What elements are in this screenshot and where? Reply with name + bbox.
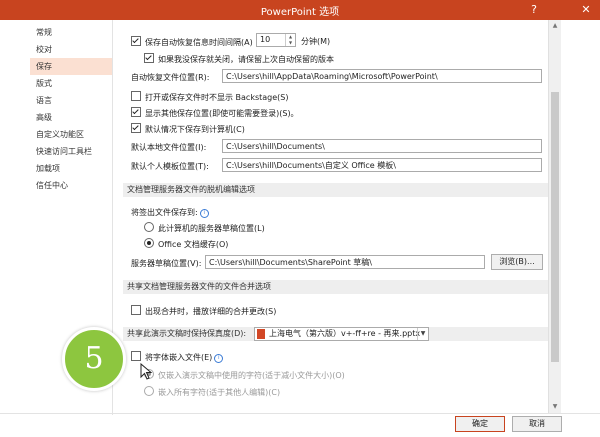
show-other-row: 显示其他保存位置(即使可能需要登录)(S)。 <box>131 107 299 119</box>
office-cache-radio[interactable] <box>144 238 154 248</box>
embed-all-label: 嵌入所有字符(适于其他人编辑)(C) <box>158 388 281 397</box>
help-icon[interactable]: ? <box>520 0 548 20</box>
autorecover-location-input[interactable]: C:\Users\hill\AppData\Roaming\Microsoft\… <box>222 69 542 83</box>
embed-fonts-label: 将字体嵌入文件(E) <box>145 353 213 362</box>
chevron-down-icon[interactable]: ▼ <box>417 328 428 340</box>
browse-button[interactable]: 浏览(B)... <box>491 254 543 270</box>
embed-fonts-checkbox[interactable] <box>131 351 141 361</box>
vertical-scrollbar[interactable]: ▲ ▼ <box>548 20 561 413</box>
ok-button[interactable]: 确定 <box>455 416 505 432</box>
sidebar-item-advanced[interactable]: 高级 <box>30 109 112 126</box>
sidebar-item-save[interactable]: 保存 <box>30 58 112 75</box>
options-panel: 保存自动恢复信息时间间隔(A) 10 ▲ ▼ 分钟(M) 如果我没保存就关闭，请保… <box>113 20 556 413</box>
default-computer-row: 默认情况下保存到计算机(C) <box>131 123 245 135</box>
drafts-location-input[interactable]: C:\Users\hill\Documents\SharePoint 草稿\ <box>205 255 485 269</box>
stepper-arrows-icon[interactable]: ▲ ▼ <box>285 34 295 46</box>
autosave-minutes-value: 10 <box>260 35 271 44</box>
mouse-cursor-icon <box>140 363 153 380</box>
merge-section-header: 共享文档管理服务器文件的文件合并选项 <box>123 280 548 294</box>
sidebar-item-customize-ribbon[interactable]: 自定义功能区 <box>30 126 112 143</box>
presentation-select[interactable]: 上海电气（第六版）v+-ff+re - 再来.pptx ▼ <box>254 327 429 341</box>
presentation-name: 上海电气（第六版）v+-ff+re - 再来.pptx <box>269 329 421 338</box>
default-computer-label: 默认情况下保存到计算机(C) <box>145 125 245 134</box>
show-merge-label: 出现合并时，播放详细的合并更改(S) <box>145 307 277 316</box>
no-backstage-label: 打开或保存文件时不显示 Backstage(S) <box>145 93 289 102</box>
footer-divider <box>0 413 600 414</box>
default-computer-checkbox[interactable] <box>131 123 141 133</box>
sidebar-item-general[interactable]: 常规 <box>30 24 112 41</box>
cancel-button[interactable]: 取消 <box>512 416 562 432</box>
autosave-row: 保存自动恢复信息时间间隔(A) <box>131 36 253 48</box>
save-checked-out-text: 将签出文件保存到: <box>131 208 198 217</box>
office-cache-label: Office 文档缓存(O) <box>158 240 229 249</box>
office-cache-option: Office 文档缓存(O) <box>144 238 228 250</box>
embed-all-option: 嵌入所有字符(适于其他人编辑)(C) <box>144 386 280 398</box>
no-backstage-row: 打开或保存文件时不显示 Backstage(S) <box>131 91 289 103</box>
embed-used-option: 仅嵌入演示文稿中使用的字符(适于减小文件大小)(O) <box>144 369 345 381</box>
offline-section-header: 文档管理服务器文件的脱机编辑选项 <box>123 183 548 197</box>
sidebar-item-quick-access[interactable]: 快速访问工具栏 <box>30 143 112 160</box>
save-checked-out-label: 将签出文件保存到: i <box>131 207 209 218</box>
embed-fonts-row: 将字体嵌入文件(E) i <box>131 351 224 363</box>
scroll-up-icon[interactable]: ▲ <box>549 20 561 32</box>
autosave-minutes-stepper[interactable]: 10 ▲ ▼ <box>256 33 296 47</box>
autorecover-location-label: 自动恢复文件位置(R): <box>131 73 210 82</box>
step-number-badge: 5 <box>62 327 126 391</box>
keep-last-checkbox[interactable] <box>144 53 154 63</box>
templates-location-input[interactable]: C:\Users\hill\Documents\自定义 Office 模板\ <box>222 158 542 172</box>
local-location-label: 默认本地文件位置(I): <box>131 143 207 152</box>
embed-used-label: 仅嵌入演示文稿中使用的字符(适于减小文件大小)(O) <box>158 371 345 380</box>
drafts-location-label: 服务器草稿位置(V): <box>131 259 202 268</box>
pptx-file-icon <box>257 329 265 339</box>
sidebar-item-trust-center[interactable]: 信任中心 <box>30 177 112 194</box>
sidebar-item-proofing[interactable]: 校对 <box>30 41 112 58</box>
embed-all-radio[interactable] <box>144 386 154 396</box>
server-drafts-radio[interactable] <box>144 222 154 232</box>
minutes-label: 分钟(M) <box>301 37 331 46</box>
window-title: PowerPoint 选项 <box>260 7 340 18</box>
autosave-label: 保存自动恢复信息时间间隔(A) <box>145 38 253 47</box>
autosave-checkbox[interactable] <box>131 36 141 46</box>
show-other-label: 显示其他保存位置(即使可能需要登录)(S)。 <box>145 109 299 118</box>
local-location-input[interactable]: C:\Users\hill\Documents\ <box>222 139 542 153</box>
scroll-thumb[interactable] <box>551 92 559 362</box>
sidebar-item-addins[interactable]: 加载项 <box>30 160 112 177</box>
keep-last-row: 如果我没保存就关闭，请保留上次自动保留的版本 <box>144 53 334 65</box>
title-bar: PowerPoint 选项 ? ✕ <box>0 0 600 20</box>
server-drafts-option: 此计算机的服务器草稿位置(L) <box>144 222 265 234</box>
server-drafts-label: 此计算机的服务器草稿位置(L) <box>158 224 265 233</box>
embed-info-icon: i <box>214 354 224 363</box>
show-merge-checkbox[interactable] <box>131 305 141 315</box>
keep-last-label: 如果我没保存就关闭，请保留上次自动保留的版本 <box>158 55 334 64</box>
close-icon[interactable]: ✕ <box>572 0 600 20</box>
info-icon: i <box>199 209 209 218</box>
show-merge-row: 出现合并时，播放详细的合并更改(S) <box>131 305 276 317</box>
show-other-checkbox[interactable] <box>131 107 141 117</box>
no-backstage-checkbox[interactable] <box>131 91 141 101</box>
scroll-down-icon[interactable]: ▼ <box>549 401 561 413</box>
templates-location-label: 默认个人模板位置(T): <box>131 162 209 171</box>
sidebar-item-language[interactable]: 语言 <box>30 92 112 109</box>
powerpoint-options-dialog: PowerPoint 选项 ? ✕ 常规 校对 保存 版式 语言 高级 自定义功… <box>0 0 600 437</box>
sidebar-item-layout[interactable]: 版式 <box>30 75 112 92</box>
